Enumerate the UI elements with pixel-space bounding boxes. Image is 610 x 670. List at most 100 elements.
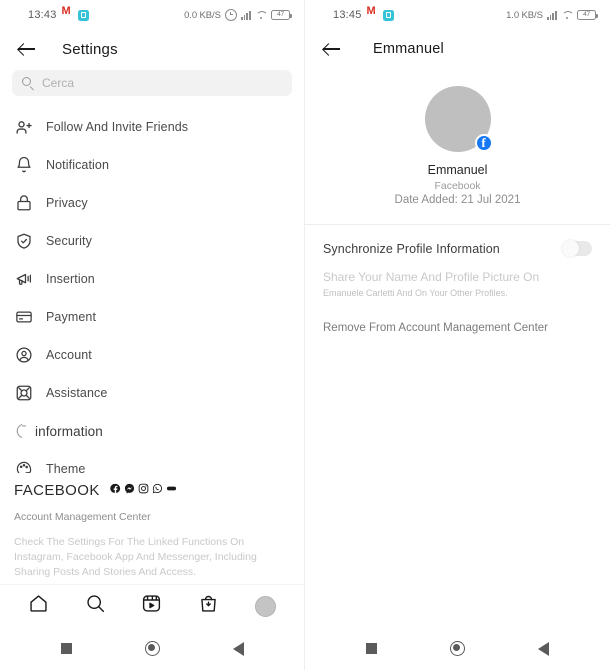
sidebar-item-privacy[interactable]: Privacy [0, 184, 304, 222]
sidebar-item-label: Theme [46, 462, 86, 473]
facebook-brand-row: FACEBOOK [14, 481, 290, 499]
battery-icon: 47 [271, 10, 292, 20]
meta-icon [166, 481, 177, 499]
alarm-icon [224, 9, 237, 21]
megaphone-icon [14, 270, 33, 289]
search-icon [22, 77, 34, 89]
nav-profile-button[interactable] [252, 592, 280, 620]
page-title: Emmanuel [373, 41, 444, 57]
facebook-badge-icon: f [474, 134, 493, 152]
status-bar-left-group: 13:45 [319, 6, 394, 21]
profile-date-added: Date Added: 21 Jul 2021 [394, 194, 521, 206]
sidebar-item-label: Security [46, 234, 92, 248]
sidebar-item-insertion[interactable]: Insertion [0, 260, 304, 298]
lock-icon [14, 194, 33, 213]
toggle-knob [562, 240, 579, 257]
sidebar-item-theme[interactable]: Theme [0, 450, 304, 473]
dual-screenshot-container: 13:43 0.0 KB/S 47 Settings Cerca [0, 0, 610, 670]
search-icon [85, 593, 106, 619]
sync-profile-row[interactable]: Synchronize Profile Information [305, 225, 610, 257]
signal-icon [240, 10, 251, 20]
app-icon [382, 9, 394, 21]
sidebar-item-assistance[interactable]: Assistance [0, 374, 304, 412]
social-icons-row [110, 481, 177, 499]
profile-section: f Emmanuel Facebook Date Added: 21 Jul 2… [305, 68, 610, 220]
search-container: Cerca [0, 68, 304, 106]
sync-profile-toggle[interactable] [562, 240, 592, 257]
network-speed: 0.0 KB/S [184, 9, 221, 21]
signal-icon [546, 10, 557, 20]
battery-level: 47 [583, 10, 590, 18]
recents-button[interactable] [366, 643, 377, 654]
wifi-icon [255, 10, 267, 20]
info-icon [14, 422, 33, 441]
sync-description-primary: Share Your Name And Profile Picture On [323, 270, 540, 284]
gmail-icon [62, 6, 73, 20]
credit-card-icon [14, 308, 33, 327]
sync-description-secondary: Emanuele Carletti And On Your Other Prof… [323, 288, 508, 298]
android-system-nav-left [0, 627, 304, 670]
status-time: 13:45 [333, 9, 362, 21]
profile-avatar[interactable]: f [424, 86, 493, 152]
sync-profile-label: Synchronize Profile Information [323, 241, 500, 256]
search-placeholder: Cerca [42, 76, 75, 90]
sidebar-item-label: Assistance [46, 386, 108, 400]
sidebar-item-label: Follow And Invite Friends [46, 120, 189, 134]
facebook-description: Check The Settings For The Linked Functi… [14, 536, 257, 578]
sidebar-item-notification[interactable]: Notification [0, 146, 304, 184]
app-bar-profile: Emmanuel [305, 30, 610, 68]
recents-button[interactable] [60, 643, 72, 654]
home-icon [28, 593, 49, 619]
back-button[interactable] [232, 641, 244, 656]
battery-level: 47 [277, 10, 284, 18]
sidebar-item-information[interactable]: information [0, 412, 304, 450]
sidebar-item-label: Notification [46, 158, 110, 172]
sidebar-item-label: Payment [46, 310, 97, 324]
sidebar-item-payment[interactable]: Payment [0, 298, 304, 336]
status-bar-left-group: 13:43 [14, 6, 89, 21]
nav-reels-button[interactable] [138, 592, 166, 620]
android-system-nav-right [305, 627, 610, 670]
sidebar-item-label: Account [46, 348, 92, 362]
gmail-icon [367, 6, 378, 20]
status-bar-right: 13:45 1.0 KB/S 47 [305, 0, 610, 30]
lifebuoy-icon [14, 384, 33, 403]
profile-name: Emmanuel [427, 163, 488, 177]
right-phone-screen: 13:45 1.0 KB/S 47 Emmanuel f Emmanuel [305, 0, 610, 670]
back-button[interactable] [538, 641, 549, 656]
facebook-footer: FACEBOOK Account Management Center Check… [0, 473, 304, 584]
remove-from-account-center-link[interactable]: Remove From Account Management Center [305, 300, 610, 334]
profile-avatar [255, 595, 277, 617]
battery-icon: 47 [577, 10, 598, 20]
sidebar-item-label: Insertion [46, 272, 95, 286]
wifi-icon [561, 10, 573, 20]
whatsapp-icon [152, 481, 163, 499]
app-bar-settings: Settings [0, 30, 304, 68]
nav-shop-button[interactable] [195, 592, 223, 620]
nav-search-button[interactable] [81, 592, 109, 620]
search-input[interactable]: Cerca [12, 70, 292, 96]
back-arrow-icon[interactable] [16, 38, 38, 60]
home-button[interactable] [144, 641, 160, 656]
palette-icon [14, 460, 33, 473]
sidebar-item-security[interactable]: Security [0, 222, 304, 260]
sidebar-item-label: Privacy [46, 196, 88, 210]
app-icon [77, 9, 89, 21]
facebook-title: FACEBOOK [14, 481, 100, 499]
home-button[interactable] [450, 641, 465, 656]
sidebar-item-follow-invite-friends[interactable]: Follow And Invite Friends [0, 108, 304, 146]
sidebar-item-account[interactable]: Account [0, 336, 304, 374]
messenger-icon [124, 481, 135, 499]
account-management-center-link[interactable]: Account Management Center [14, 511, 290, 523]
back-arrow-icon[interactable] [321, 38, 343, 60]
account-circle-icon [14, 346, 33, 365]
status-time: 13:43 [28, 9, 57, 21]
settings-menu: Follow And Invite Friends Notification P… [0, 106, 304, 473]
profile-source: Facebook [434, 180, 481, 192]
right-spacer [305, 334, 610, 627]
sidebar-item-label: information [35, 423, 103, 439]
instagram-icon [138, 481, 149, 499]
status-bar-right-group: 0.0 KB/S 47 [184, 9, 292, 21]
nav-home-button[interactable] [24, 592, 52, 620]
shield-check-icon [14, 232, 33, 251]
